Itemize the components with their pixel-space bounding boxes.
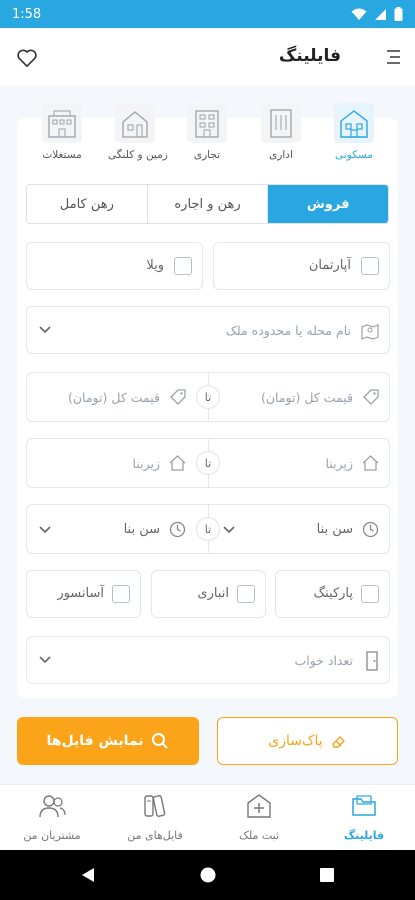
door-icon xyxy=(366,651,378,671)
commercial-icon xyxy=(187,103,227,143)
clear-label: پاک‌سازی xyxy=(268,733,323,749)
nav-add-property[interactable]: ثبت ملک xyxy=(209,791,309,842)
nav-label: فایلینگ xyxy=(343,829,385,842)
estate-icon xyxy=(42,103,82,143)
elevator-option[interactable]: آسانسور xyxy=(26,570,141,618)
land-icon xyxy=(115,103,155,143)
app-bar: فایلینگ xyxy=(0,28,415,86)
deal-type-tabs: فروش رهن و اجاره رهن کامل xyxy=(26,184,389,224)
category-label: مسکونی xyxy=(335,149,373,161)
apartment-label: آپارتمان xyxy=(308,258,351,273)
status-time: 1:58 xyxy=(12,6,42,22)
tab-sale[interactable]: فروش xyxy=(267,185,388,223)
category-office[interactable]: اداری xyxy=(254,103,308,161)
parking-checkbox[interactable] xyxy=(361,585,379,603)
home-button-icon[interactable] xyxy=(200,867,216,883)
age-separator: تا xyxy=(196,517,220,541)
chevron-down-icon xyxy=(223,526,235,534)
folder-icon xyxy=(314,791,414,821)
wifi-icon xyxy=(351,8,367,20)
battery-icon xyxy=(394,7,403,21)
bottom-nav: فایلینگ ثبت ملک فایل‌های من مشتریان من xyxy=(0,784,415,850)
signal-icon xyxy=(375,8,386,20)
status-bar: 1:58 xyxy=(0,0,415,28)
tab-full-mortgage[interactable]: رهن کامل xyxy=(27,185,147,223)
system-nav-bar xyxy=(0,850,415,900)
price-tag-icon xyxy=(170,389,186,405)
elevator-checkbox[interactable] xyxy=(112,585,130,603)
apartment-option[interactable]: آپارتمان xyxy=(213,242,390,290)
nav-filing[interactable]: فایلینگ xyxy=(314,791,414,842)
clock-icon xyxy=(169,521,186,538)
apartment-checkbox[interactable] xyxy=(361,257,379,275)
clear-button[interactable]: پاک‌سازی xyxy=(217,717,398,765)
nav-label: فایل‌های من xyxy=(127,829,183,842)
bedrooms-select[interactable]: تعداد خواب xyxy=(26,636,390,684)
clock-icon xyxy=(362,521,379,538)
category-label: زمین و کلنگی xyxy=(108,149,168,161)
nav-label: ثبت ملک xyxy=(238,829,280,842)
add-property-icon xyxy=(209,791,309,821)
recents-icon[interactable] xyxy=(320,868,334,882)
chevron-down-icon xyxy=(39,526,51,534)
tab-rent[interactable]: رهن و اجاره xyxy=(146,185,268,223)
map-icon xyxy=(361,324,379,340)
parking-option[interactable]: پارکینگ xyxy=(275,570,390,618)
price-separator: تا xyxy=(196,385,220,409)
category-label: مستغلات xyxy=(42,149,82,161)
heart-icon[interactable] xyxy=(16,48,38,68)
chevron-down-icon xyxy=(39,656,51,664)
category-label: تجاری xyxy=(193,149,221,161)
office-icon xyxy=(261,103,301,143)
elevator-label: آسانسور xyxy=(57,586,104,601)
show-files-label: نمایش فایل‌ها xyxy=(46,733,144,749)
location-placeholder: نام محله یا محدوده ملک xyxy=(225,323,351,338)
status-icons xyxy=(351,7,403,21)
price-tag-icon xyxy=(363,389,379,405)
villa-option[interactable]: ویلا xyxy=(26,242,203,290)
area-to-input[interactable]: زیربنا xyxy=(133,456,160,471)
my-files-icon xyxy=(105,791,205,821)
nav-my-files[interactable]: فایل‌های من xyxy=(105,791,205,842)
category-commercial[interactable]: تجاری xyxy=(180,103,234,161)
nav-customers[interactable]: مشتریان من xyxy=(2,791,102,842)
area-separator: تا xyxy=(196,451,220,475)
eraser-icon xyxy=(331,735,345,748)
bedrooms-placeholder: تعداد خواب xyxy=(294,653,353,668)
menu-icon[interactable] xyxy=(381,48,401,66)
price-from-input[interactable]: قیمت کل (تومان) xyxy=(261,390,353,405)
customers-icon xyxy=(2,791,102,821)
home-icon xyxy=(169,455,186,471)
category-estate[interactable]: مستغلات xyxy=(35,103,89,161)
nav-label: مشتریان من xyxy=(23,829,81,842)
home-icon xyxy=(362,455,379,471)
area-from-input[interactable]: زیربنا xyxy=(326,456,353,471)
location-select[interactable]: نام محله یا محدوده ملک xyxy=(26,306,390,354)
villa-checkbox[interactable] xyxy=(174,257,192,275)
page-title: فایلینگ xyxy=(278,46,341,66)
category-land[interactable]: زمین و کلنگی xyxy=(108,103,168,161)
back-icon[interactable] xyxy=(80,867,96,883)
category-residential[interactable]: مسکونی xyxy=(327,103,381,161)
parking-label: پارکینگ xyxy=(313,586,353,601)
category-label: اداری xyxy=(269,149,293,161)
age-from-select[interactable]: سن بنا xyxy=(317,522,353,537)
price-to-input[interactable]: قیمت کل (تومان) xyxy=(68,390,160,405)
chevron-down-icon xyxy=(39,326,51,334)
villa-label: ویلا xyxy=(146,258,164,273)
search-icon xyxy=(152,733,169,749)
storage-label: انباری xyxy=(197,586,229,601)
storage-option[interactable]: انباری xyxy=(151,570,266,618)
residential-icon xyxy=(334,103,374,143)
storage-checkbox[interactable] xyxy=(237,585,255,603)
show-files-button[interactable]: نمایش فایل‌ها xyxy=(17,717,199,765)
age-to-select[interactable]: سن بنا xyxy=(124,522,160,537)
